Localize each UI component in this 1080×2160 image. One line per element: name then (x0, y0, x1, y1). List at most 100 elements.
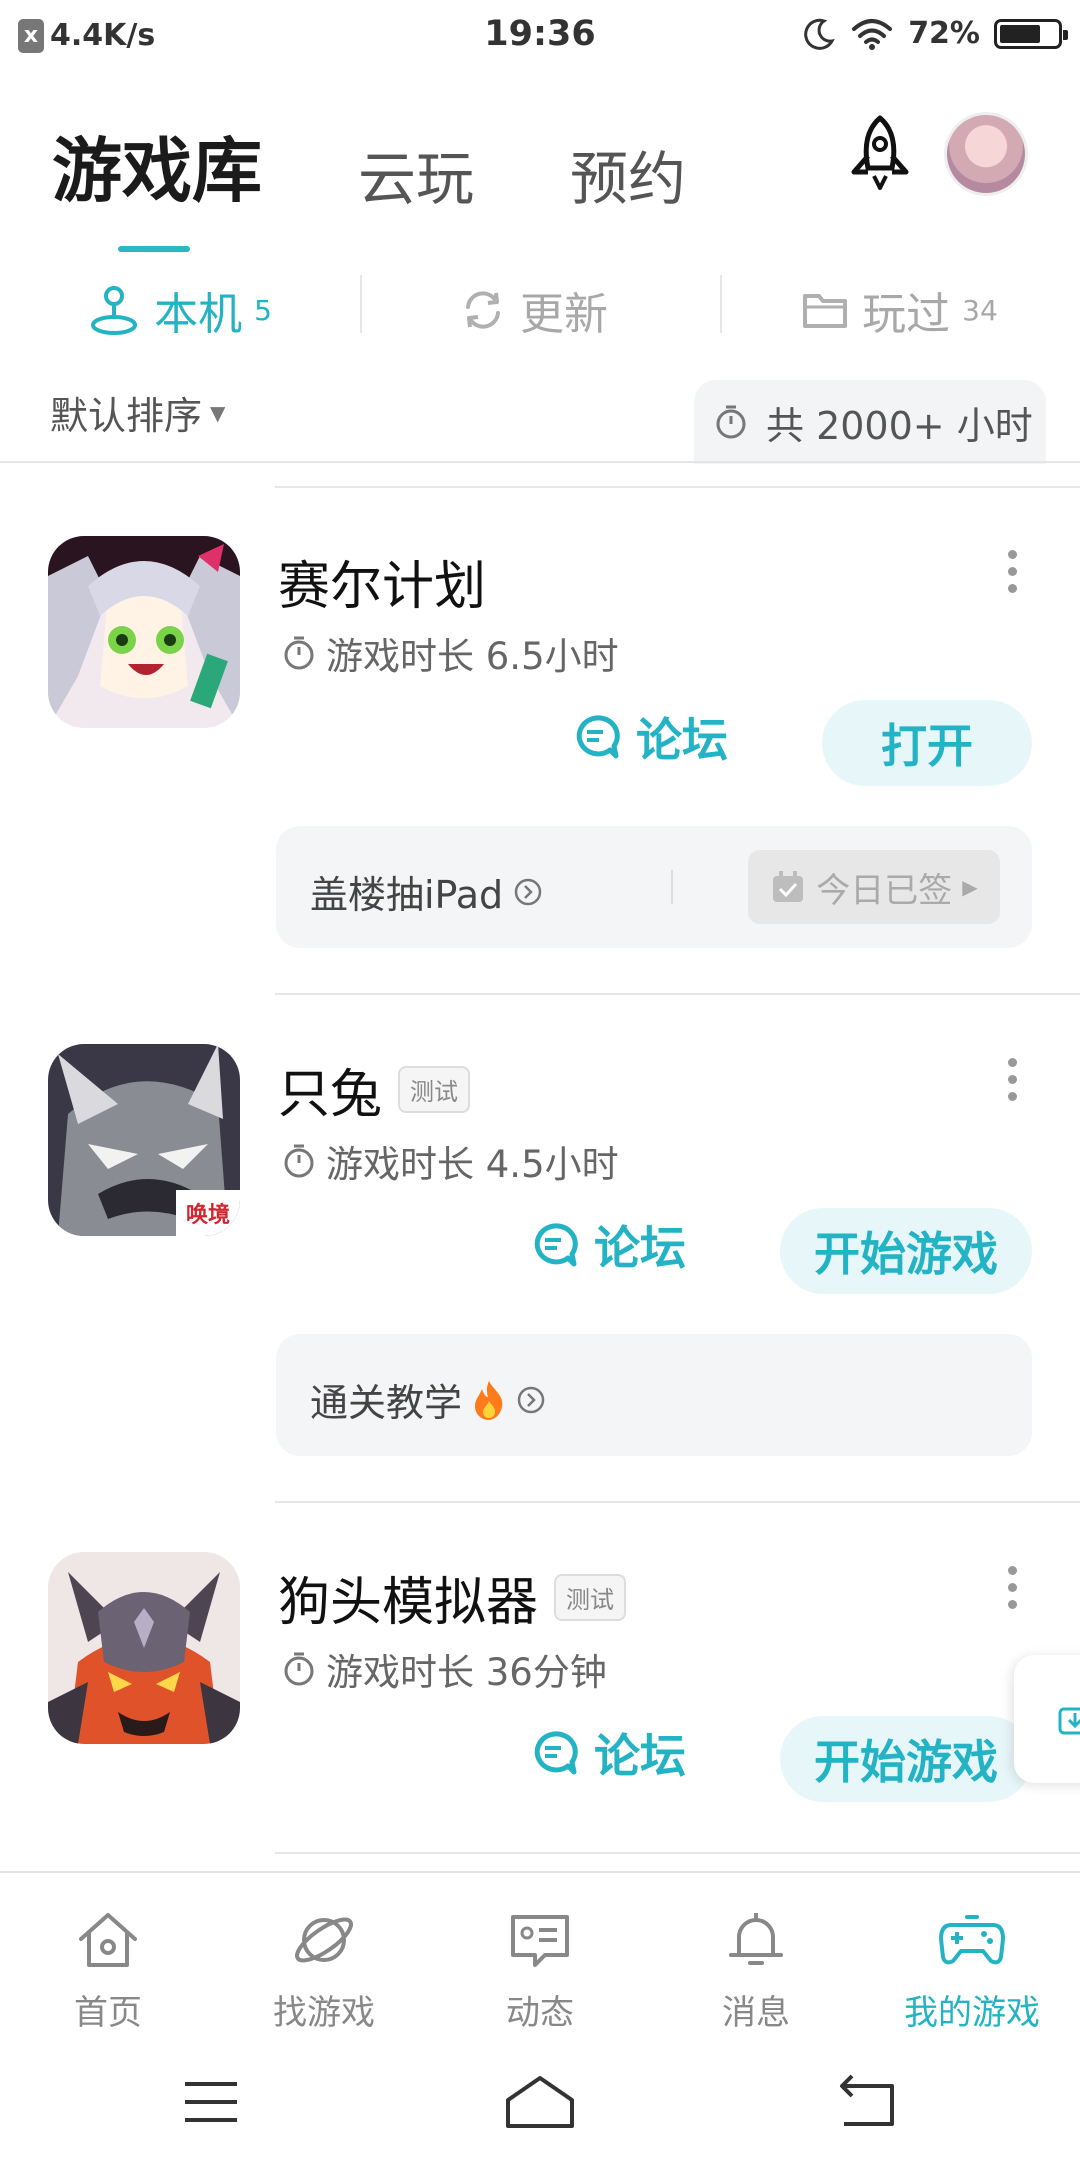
chat-bubble-icon (534, 1223, 578, 1267)
subtab-local-count: 5 (254, 293, 272, 327)
game-name[interactable]: 狗头模拟器 (278, 1560, 538, 1635)
start-game-button[interactable]: 开始游戏 (780, 1716, 1032, 1802)
game-name[interactable]: 赛尔计划 (278, 544, 486, 619)
game-icon[interactable] (48, 536, 240, 728)
playtime: 游戏时长 4.5小时 (282, 1134, 619, 1188)
rocket-icon[interactable] (842, 114, 918, 194)
chat-bubble-icon (576, 715, 620, 759)
system-nav-bar (0, 2048, 1080, 2160)
game-name[interactable]: 只兔 (278, 1052, 382, 1127)
test-tag: 测试 (554, 1574, 627, 1621)
tab-cloud-play[interactable]: 云玩 (358, 132, 474, 216)
chevron-circle-icon (514, 878, 542, 905)
more-icon[interactable] (1004, 1566, 1020, 1624)
avatar[interactable] (944, 112, 1028, 196)
subtab-played[interactable]: 玩过 34 (720, 265, 1080, 355)
nav-discover-label: 找游戏 (273, 1993, 375, 2033)
game-title-row: 只兔 测试 (278, 1052, 471, 1127)
divider (0, 461, 1080, 463)
chevron-right-icon: ▶ (962, 875, 978, 899)
promo-text: 盖楼抽iPad (310, 873, 504, 917)
promo-bar: 盖楼抽iPad 今日已签 ▶ (276, 826, 1032, 948)
guide-link[interactable]: 通关教学 (310, 1372, 546, 1427)
chat-bubble-icon (534, 1731, 578, 1775)
forum-label: 论坛 (594, 1221, 686, 1275)
sort-dropdown[interactable]: 默认排序 ▼ (50, 385, 225, 440)
nav-my-games[interactable]: 我的游戏 (864, 1873, 1080, 2047)
status-bar: x 4.4K/s 19:36 72% (0, 0, 1080, 76)
subtab-local[interactable]: 本机 5 (0, 265, 360, 355)
nav-feed-label: 动态 (506, 1993, 574, 2033)
divider (275, 993, 1080, 995)
home-icon (79, 1913, 137, 1967)
nav-feed[interactable]: 动态 (432, 1873, 648, 2047)
game-title-row: 赛尔计划 (278, 544, 486, 619)
wifi-icon (852, 18, 893, 50)
total-playtime-text: 共 2000+ 小时 (766, 403, 1033, 448)
divider (671, 870, 673, 904)
playtime-text: 游戏时长 4.5小时 (326, 1143, 619, 1186)
playtime: 游戏时长 36分钟 (282, 1642, 607, 1696)
forum-button[interactable]: 论坛 (530, 1720, 686, 1786)
icon-badge-text: 唤境 (186, 1202, 230, 1228)
nav-my-games-label: 我的游戏 (904, 1993, 1040, 2033)
forum-button[interactable]: 论坛 (530, 1212, 686, 1278)
status-right: 72% (802, 16, 1068, 51)
nav-home-label: 首页 (74, 1993, 142, 2033)
calendar-check-icon (773, 871, 804, 902)
forum-label: 论坛 (636, 713, 728, 767)
gamepad-icon (939, 1915, 1005, 1965)
fire-icon (475, 1380, 503, 1420)
tab-game-library[interactable]: 游戏库 (52, 115, 262, 252)
promo-link[interactable]: 盖楼抽iPad (310, 864, 543, 919)
nav-discover[interactable]: 找游戏 (216, 1873, 432, 2047)
guide-bar: 通关教学 (276, 1334, 1032, 1456)
total-playtime: 共 2000+ 小时 (694, 380, 1046, 464)
menu-icon[interactable] (165, 2072, 257, 2132)
more-icon[interactable] (1004, 1058, 1020, 1116)
playtime-text: 游戏时长 6.5小时 (326, 635, 619, 678)
divider (275, 1501, 1080, 1503)
open-button[interactable]: 打开 (822, 700, 1032, 786)
more-icon[interactable] (1004, 550, 1020, 608)
bell-icon (729, 1913, 783, 1965)
forum-label: 论坛 (594, 1729, 686, 1783)
subtab-update[interactable]: 更新 (360, 265, 720, 355)
guide-text: 通关教学 (310, 1381, 463, 1425)
subtab-local-label: 本机 (154, 289, 243, 340)
sub-tabs: 本机 5 更新 玩过 34 (0, 265, 1080, 355)
stopwatch-icon (284, 1144, 314, 1178)
joystick-icon (91, 286, 138, 335)
start-game-button[interactable]: 开始游戏 (780, 1208, 1032, 1294)
folder-icon (803, 294, 848, 328)
playtime-text: 游戏时长 36分钟 (326, 1651, 607, 1694)
game-icon[interactable]: 唤境 (48, 1044, 240, 1236)
subtab-update-label: 更新 (520, 289, 608, 340)
moon-icon (804, 18, 835, 50)
subtab-played-label: 玩过 (862, 289, 951, 340)
feed-icon (511, 1915, 569, 1967)
divider (275, 1852, 1080, 1854)
refresh-icon (466, 291, 500, 329)
nav-messages[interactable]: 消息 (648, 1873, 864, 2047)
top-tabs: 游戏库 云玩 预约 (52, 115, 782, 252)
forum-button[interactable]: 论坛 (572, 704, 728, 770)
tab-reservation[interactable]: 预约 (570, 132, 686, 216)
chevron-circle-icon (517, 1386, 545, 1413)
test-tag: 测试 (398, 1066, 471, 1113)
bottom-nav: 首页 找游戏 动态 消息 我的游戏 (0, 1871, 1080, 2047)
battery-percent: 72% (908, 16, 980, 51)
battery-icon (994, 18, 1068, 49)
home-button-icon[interactable] (494, 2072, 586, 2132)
caret-down-icon: ▼ (210, 400, 226, 425)
stopwatch-icon (284, 636, 314, 670)
game-title-row: 狗头模拟器 测试 (278, 1560, 627, 1635)
signed-in-label: 今日已签 (816, 870, 953, 911)
game-icon[interactable] (48, 1552, 240, 1744)
download-float-button[interactable] (1014, 1655, 1080, 1783)
signed-in-button[interactable]: 今日已签 ▶ (748, 850, 1000, 924)
sort-label: 默认排序 (50, 394, 203, 438)
back-icon[interactable] (822, 2072, 914, 2132)
stopwatch-icon (284, 1652, 314, 1686)
nav-home[interactable]: 首页 (0, 1873, 216, 2047)
